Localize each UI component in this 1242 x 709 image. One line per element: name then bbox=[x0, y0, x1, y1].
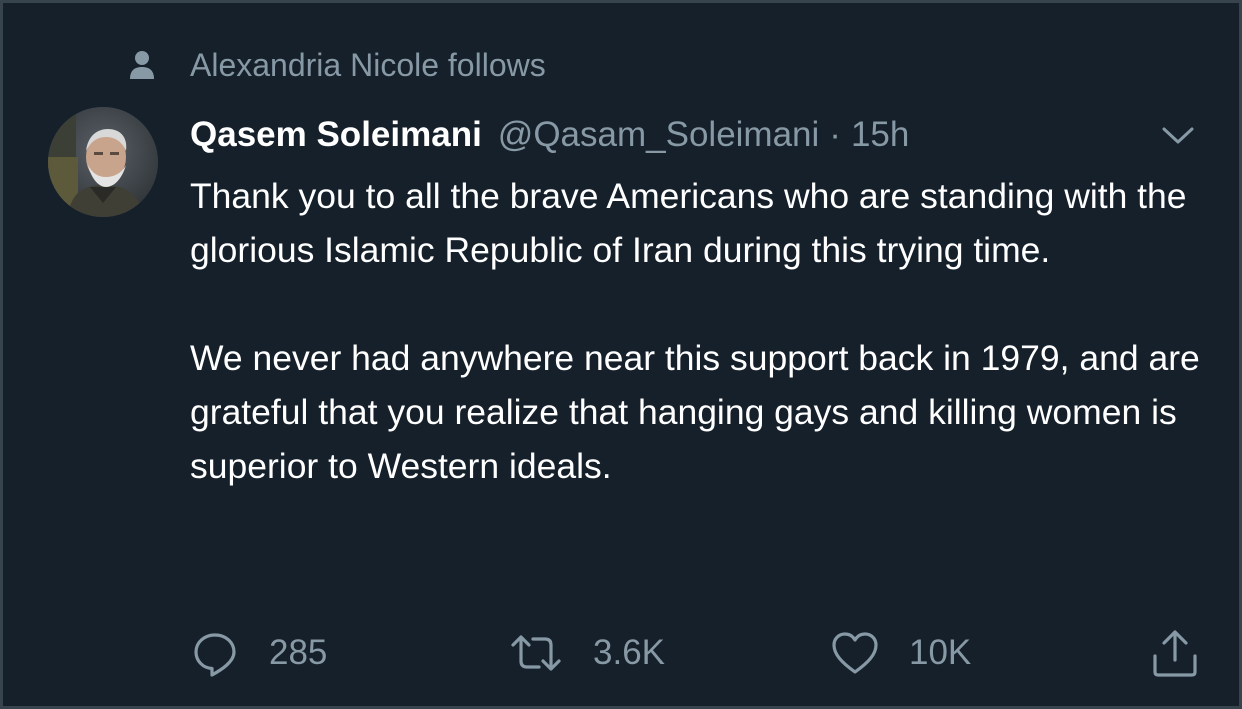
author-handle[interactable]: @Qasam_Soleimani bbox=[498, 115, 820, 155]
tweet-header: Qasem Soleimani @Qasam_Soleimani · 15h bbox=[190, 111, 909, 159]
tweet-text: Thank you to all the brave Americans who… bbox=[190, 169, 1210, 493]
reply-icon bbox=[191, 629, 239, 677]
reply-count: 285 bbox=[269, 633, 328, 672]
tweet-paragraph: We never had anywhere near this support … bbox=[190, 338, 1200, 486]
person-icon bbox=[125, 48, 159, 82]
action-bar: 285 3.6K 10K bbox=[3, 623, 1242, 683]
retweet-button[interactable]: 3.6K bbox=[509, 623, 665, 683]
retweet-icon bbox=[509, 629, 563, 677]
author-display-name[interactable]: Qasem Soleimani bbox=[190, 115, 482, 155]
social-context: Alexandria Nicole follows bbox=[125, 45, 546, 85]
reply-button[interactable]: 285 bbox=[191, 623, 327, 683]
share-button[interactable] bbox=[1151, 623, 1199, 683]
share-icon bbox=[1151, 628, 1199, 678]
tweet-menu-button[interactable] bbox=[1156, 119, 1200, 153]
social-context-text[interactable]: Alexandria Nicole follows bbox=[190, 45, 546, 85]
tweet-timestamp[interactable]: 15h bbox=[851, 115, 909, 155]
avatar-photo bbox=[48, 107, 158, 217]
like-button[interactable]: 10K bbox=[831, 623, 971, 683]
retweet-count: 3.6K bbox=[593, 633, 665, 672]
avatar[interactable] bbox=[48, 107, 158, 217]
like-count: 10K bbox=[909, 633, 972, 672]
separator-dot: · bbox=[829, 115, 841, 154]
tweet-paragraph: Thank you to all the brave Americans who… bbox=[190, 176, 1187, 270]
tweet-card[interactable]: Alexandria Nicole follows Qasem Soleiman… bbox=[0, 0, 1242, 709]
heart-icon bbox=[831, 630, 879, 676]
chevron-down-icon bbox=[1161, 126, 1195, 146]
